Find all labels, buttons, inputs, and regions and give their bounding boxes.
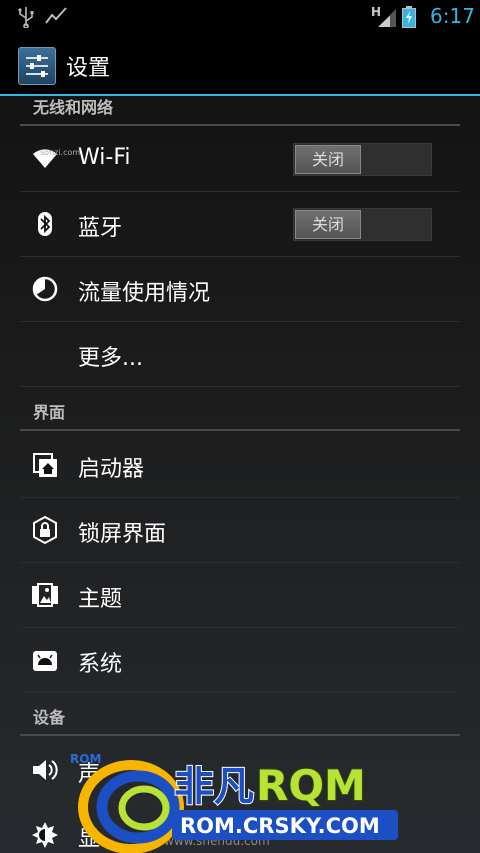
lock-icon [33,515,57,545]
section-header-interface: 界面 [20,399,460,431]
settings-item-label: 锁屏界面 [78,522,167,547]
watermark-brand-text: 非凡 [174,764,254,810]
settings-item-label: 启动器 [78,457,145,482]
settings-item-label: Wi-Fi [78,145,131,170]
section-header-device: 设备 [20,704,460,736]
toggle-state-label: 关闭 [295,210,361,239]
settings-item-label: 主题 [78,587,123,612]
action-bar: 设置 [0,34,480,96]
activity-icon [45,7,67,24]
data-usage-icon [32,276,58,302]
bluetooth-toggle[interactable]: 关闭 [293,208,432,241]
bluetooth-icon [38,212,52,236]
settings-item-data-usage[interactable]: 流量使用情况 [20,257,460,322]
launcher-icon [33,453,57,477]
settings-item-wifi[interactable]: Wi-Fi 关闭 [20,127,460,192]
volume-icon [33,760,58,780]
wifi-toggle[interactable]: 关闭 [293,143,432,176]
settings-item-system[interactable]: 系统 [20,628,460,693]
android-icon [33,651,57,671]
theme-icon [32,583,58,607]
settings-item-label: 流量使用情况 [78,281,211,306]
toggle-state-label: 关闭 [295,145,361,174]
settings-item-label: 蓝牙 [78,216,123,241]
settings-item-label: 系统 [78,652,123,677]
watermark-tiny-text: sonzi.com [40,148,81,157]
watermark-rom-logo-text: RQM [256,761,366,810]
page-title: 设置 [66,56,111,81]
settings-item-launcher[interactable]: 启动器 [20,433,460,498]
brightness-icon [32,822,58,848]
status-bar: H 6:17 [0,0,480,34]
settings-sliders-icon[interactable] [18,47,56,85]
settings-item-theme[interactable]: 主题 [20,563,460,628]
watermark-logo: 非凡 RQM ROM.CRSKY.COM [78,760,398,853]
settings-item-more[interactable]: 更多... [20,322,460,387]
clock: 6:17 [430,4,475,28]
section-header-wireless: 无线和网络 [20,96,460,126]
settings-item-lockscreen[interactable]: 锁屏界面 [20,498,460,563]
watermark-url-text: ROM.CRSKY.COM [180,814,380,838]
signal-icon [378,9,396,27]
settings-item-label: 更多... [78,346,143,371]
battery-icon [402,6,416,28]
usb-icon [18,7,34,28]
settings-list[interactable]: 无线和网络 Wi-Fi 关闭 蓝牙 关闭 流量使用情况 更多... 界面 启动器… [0,96,480,853]
settings-item-bluetooth[interactable]: 蓝牙 关闭 [20,192,460,257]
